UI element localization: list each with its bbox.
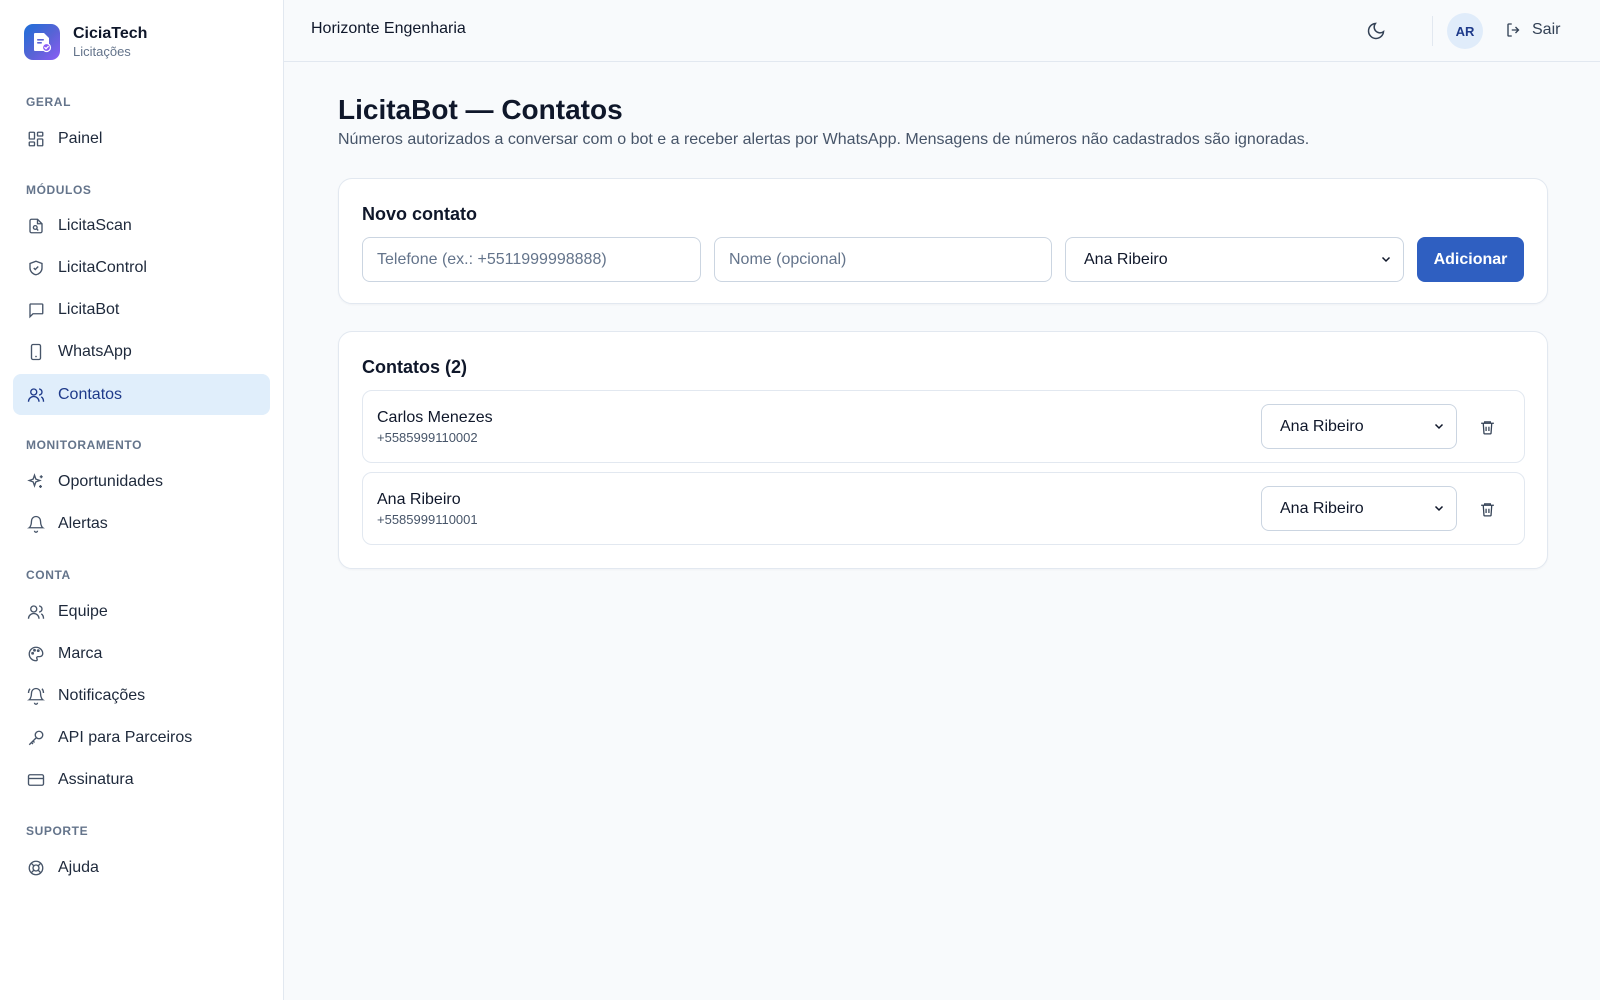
contact-owner-select[interactable]: Ana Ribeiro [1261, 404, 1457, 449]
sidebar-item-label: Alertas [58, 514, 108, 532]
chevron-down-icon [1432, 501, 1446, 515]
sidebar-item-label: LicitaScan [58, 216, 132, 234]
contact-owner-select[interactable]: Ana Ribeiro [1261, 486, 1457, 531]
sidebar-item-notificacoes[interactable]: Notificações [13, 675, 270, 716]
brand-subtitle: Licitações [73, 44, 131, 59]
delete-contact-trash-icon[interactable] [1475, 415, 1499, 439]
new-contact-title: Novo contato [362, 204, 477, 224]
avatar[interactable]: AR [1447, 13, 1483, 49]
sidebar-item-label: Painel [58, 129, 103, 147]
bell-icon [26, 514, 46, 534]
sidebar-item-alertas[interactable]: Alertas [13, 503, 270, 544]
users-icon [26, 385, 46, 405]
life-buoy-icon [26, 858, 46, 878]
smartphone-icon [26, 342, 46, 362]
sidebar-item-label: Notificações [58, 686, 146, 704]
contact-name: Ana Ribeiro [377, 491, 461, 508]
sidebar-item-label: Contatos [58, 385, 123, 403]
sidebar-item-licitacontrol[interactable]: LicitaControl [13, 247, 270, 288]
sidebar-item-equipe[interactable]: Equipe [13, 591, 270, 632]
sidebar-item-label: Equipe [58, 602, 108, 620]
chevron-down-icon [1432, 419, 1446, 433]
sidebar-item-ajuda[interactable]: Ajuda [13, 847, 270, 888]
owner-select-value: Ana Ribeiro [1084, 250, 1168, 268]
contact-owner-value: Ana Ribeiro [1280, 499, 1364, 517]
contacts-title: Contatos (2) [362, 357, 467, 377]
section-title-suporte: SUPORTE [26, 824, 89, 838]
logout-icon [1504, 20, 1524, 40]
sidebar-item-api-parceiros[interactable]: API para Parceiros [13, 717, 270, 758]
sidebar-item-label: API para Parceiros [58, 728, 193, 746]
section-title-conta: CONTA [26, 568, 71, 582]
new-contact-card: Novo contato Ana Ribeiro Adicionar [338, 178, 1548, 304]
shield-check-icon [26, 258, 46, 278]
logout-button[interactable]: Sair [1504, 20, 1560, 40]
palette-icon [26, 644, 46, 664]
name-input[interactable] [714, 237, 1052, 282]
key-icon [26, 728, 46, 748]
theme-toggle-moon-icon[interactable] [1364, 19, 1388, 43]
contacts-card: Contatos (2) Carlos Menezes +55859991100… [338, 331, 1548, 569]
section-title-geral: GERAL [26, 95, 71, 109]
phone-input[interactable] [362, 237, 701, 282]
page-description: Números autorizados a conversar com o bo… [338, 131, 1310, 148]
sidebar-item-assinatura[interactable]: Assinatura [13, 759, 270, 800]
credit-card-icon [26, 770, 46, 790]
chevron-down-icon [1379, 252, 1393, 266]
sidebar: CiciaTech Licitações GERAL Painel MÓDULO… [0, 0, 284, 1000]
sidebar-item-licitabot[interactable]: LicitaBot [13, 289, 270, 330]
sidebar-item-painel[interactable]: Painel [13, 118, 270, 159]
contact-phone: +5585999110002 [377, 430, 478, 445]
bell-ring-icon [26, 686, 46, 706]
brand[interactable]: CiciaTech Licitações [0, 0, 283, 84]
sidebar-item-label: Oportunidades [58, 472, 163, 490]
contact-owner-value: Ana Ribeiro [1280, 417, 1364, 435]
logout-label: Sair [1532, 21, 1561, 38]
section-title-modulos: MÓDULOS [26, 183, 92, 197]
file-scan-icon [26, 216, 46, 236]
top-bar: Horizonte Engenharia AR Sair [284, 0, 1600, 62]
contact-row: Carlos Menezes +5585999110002 Ana Ribeir… [362, 390, 1525, 463]
sidebar-item-label: Ajuda [58, 858, 99, 876]
message-square-icon [26, 300, 46, 320]
organization-name: Horizonte Engenharia [311, 20, 466, 37]
delete-contact-trash-icon[interactable] [1475, 497, 1499, 521]
sidebar-item-label: Assinatura [58, 770, 134, 788]
contact-phone: +5585999110001 [377, 512, 478, 527]
grid-icon [26, 129, 46, 149]
sidebar-item-label: WhatsApp [58, 342, 132, 360]
brand-name: CiciaTech [73, 25, 148, 42]
brand-logo-icon [24, 24, 60, 60]
header-divider [1432, 16, 1433, 46]
contact-name: Carlos Menezes [377, 409, 493, 426]
sidebar-item-oportunidades[interactable]: Oportunidades [13, 461, 270, 502]
owner-select[interactable]: Ana Ribeiro [1065, 237, 1404, 282]
sidebar-item-label: LicitaControl [58, 258, 147, 276]
page-title: LicitaBot — Contatos [338, 94, 623, 125]
sparkles-icon [26, 472, 46, 492]
sidebar-item-whatsapp[interactable]: WhatsApp [13, 331, 270, 372]
sidebar-item-marca[interactable]: Marca [13, 633, 270, 674]
sidebar-item-label: Marca [58, 644, 103, 662]
users-icon [26, 602, 46, 622]
section-title-monitoramento: MONITORAMENTO [26, 438, 143, 452]
sidebar-item-contatos[interactable]: Contatos [13, 374, 270, 415]
sidebar-item-licitascan[interactable]: LicitaScan [13, 205, 270, 246]
sidebar-item-label: LicitaBot [58, 300, 120, 318]
add-contact-button[interactable]: Adicionar [1417, 237, 1524, 282]
contact-row: Ana Ribeiro +5585999110001 Ana Ribeiro [362, 472, 1525, 545]
